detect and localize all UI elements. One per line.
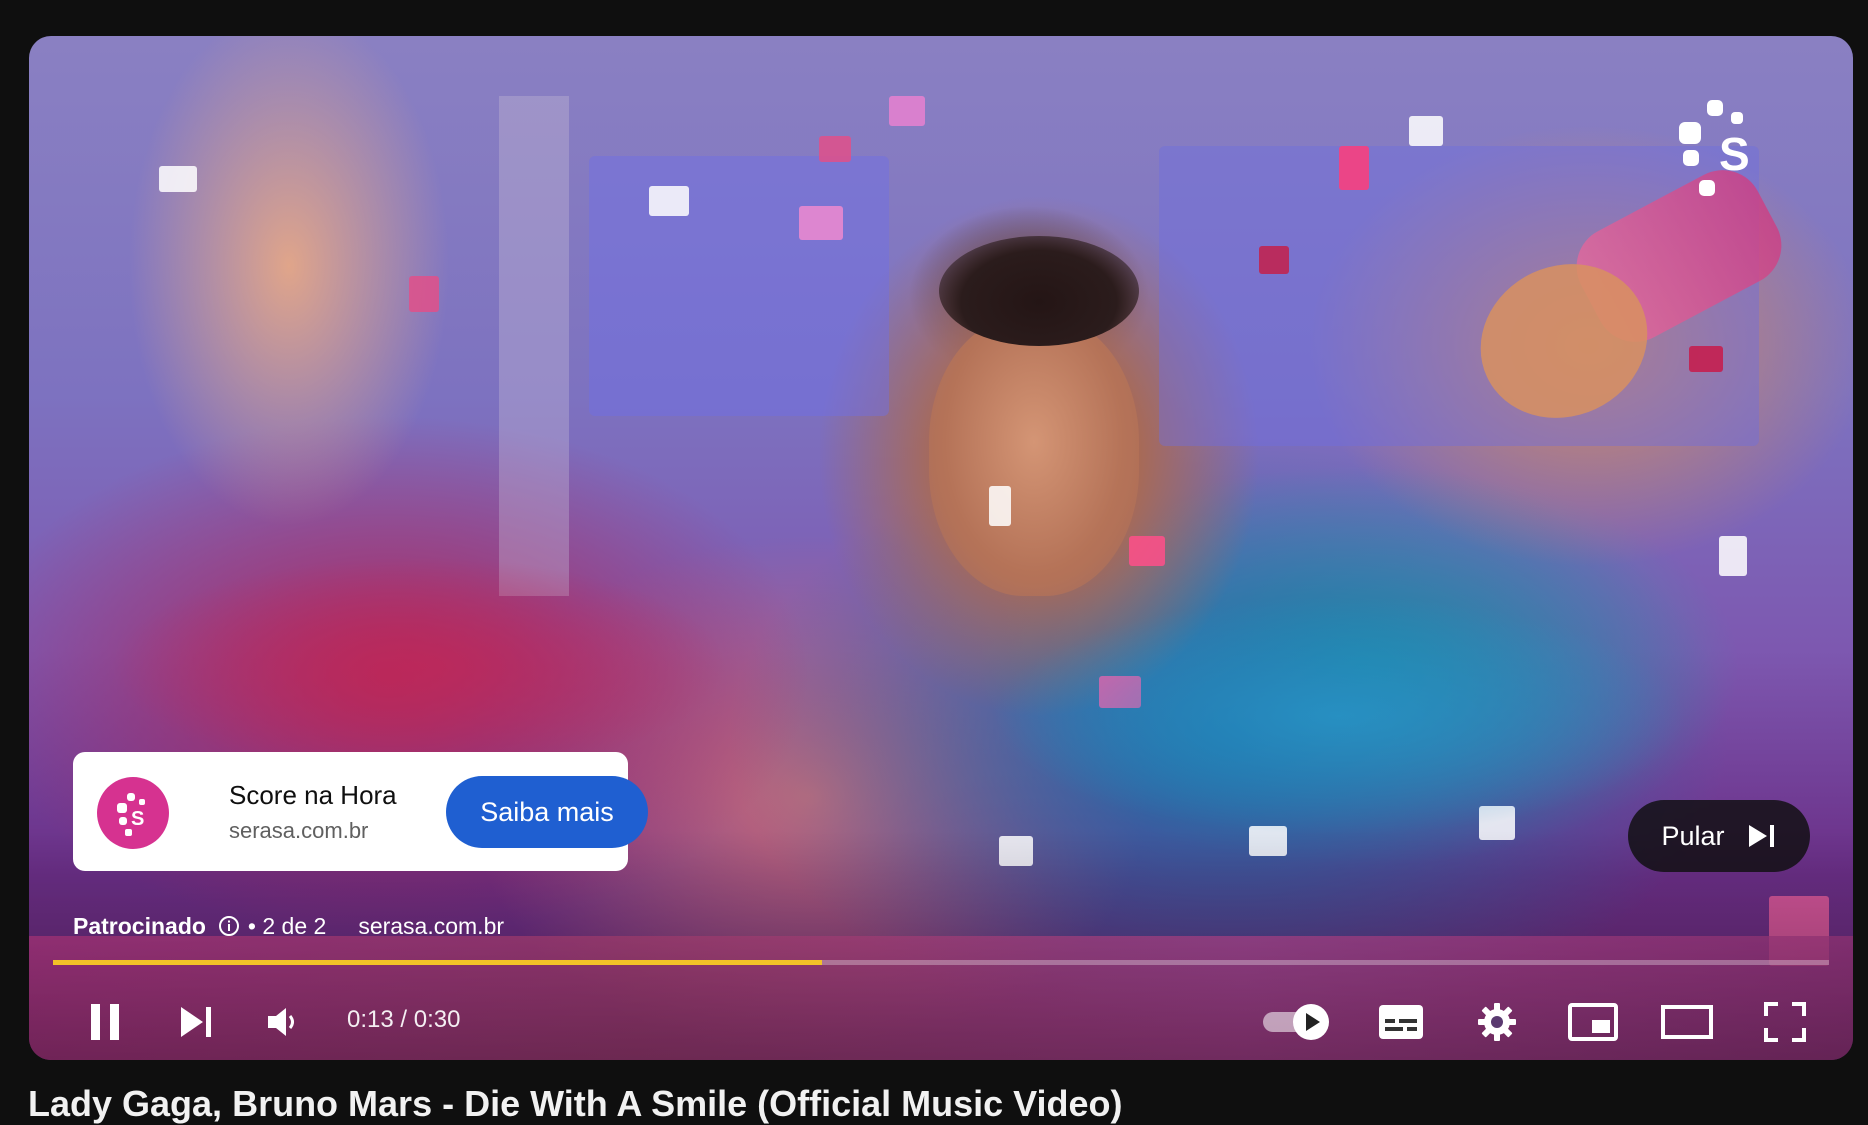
confetti-piece xyxy=(889,96,925,126)
confetti-piece xyxy=(159,166,197,192)
next-button[interactable] xyxy=(169,994,225,1050)
confetti-piece xyxy=(1409,116,1443,146)
theater-mode-icon xyxy=(1661,1005,1713,1039)
progress-fill xyxy=(53,960,822,965)
progress-bar[interactable] xyxy=(53,960,1829,965)
face xyxy=(929,316,1139,596)
miniplayer-icon xyxy=(1568,1003,1618,1041)
confetti-piece xyxy=(819,136,851,162)
confetti-piece xyxy=(1129,536,1165,566)
skip-next-icon xyxy=(181,1007,211,1037)
serasa-logo-icon: S xyxy=(1679,100,1750,196)
fullscreen-button[interactable] xyxy=(1757,994,1813,1050)
pause-button[interactable] xyxy=(77,994,133,1050)
pause-icon xyxy=(91,1004,119,1040)
confetti-piece xyxy=(409,276,439,312)
current-time: 0:13 xyxy=(347,1006,394,1033)
advertiser-domain[interactable]: serasa.com.br xyxy=(229,818,368,844)
subtitles-button[interactable] xyxy=(1373,994,1429,1050)
ad-meta: Patrocinado • 2 de 2 serasa.com.br xyxy=(73,911,504,941)
confetti-piece xyxy=(1339,146,1369,190)
svg-text:S: S xyxy=(1719,128,1750,180)
ad-domain-link[interactable]: serasa.com.br xyxy=(358,913,504,940)
confetti-piece xyxy=(649,186,689,216)
video-player[interactable]: S S Score na Hora serasa.com.br Saiba ma… xyxy=(29,36,1853,1060)
streamer-magenta xyxy=(109,556,729,776)
confetti-piece xyxy=(799,206,843,240)
serasa-logo-icon: S xyxy=(117,793,145,836)
time-display: 0:13 / 0:30 xyxy=(347,1006,460,1034)
miniplayer-button[interactable] xyxy=(1565,994,1621,1050)
svg-text:S: S xyxy=(131,808,144,830)
subtitles-icon xyxy=(1379,1005,1423,1039)
pillar xyxy=(499,96,569,596)
advertiser-name[interactable]: Score na Hora xyxy=(229,780,397,811)
skip-next-icon xyxy=(1748,825,1774,847)
gear-icon xyxy=(1478,1003,1516,1041)
volume-icon xyxy=(268,1008,294,1036)
confetti-piece xyxy=(1719,536,1747,576)
theater-mode-button[interactable] xyxy=(1657,994,1717,1050)
fullscreen-icon xyxy=(1764,1002,1806,1042)
video-title[interactable]: Lady Gaga, Bruno Mars - Die With A Smile… xyxy=(28,1083,1123,1125)
duration: 0:30 xyxy=(413,1006,461,1033)
streamer-blue xyxy=(989,596,1689,836)
ad-count: • 2 de 2 xyxy=(247,912,327,939)
learn-more-button[interactable]: Saiba mais xyxy=(446,776,648,848)
confetti-piece xyxy=(1259,246,1289,274)
advertiser-avatar: S xyxy=(97,777,169,849)
autoplay-toggle-icon xyxy=(1263,1004,1329,1040)
window-panel-left xyxy=(589,156,889,416)
skip-ad-button[interactable]: Pular xyxy=(1628,800,1810,872)
confetti-piece xyxy=(1689,346,1723,372)
skip-label: Pular xyxy=(1661,820,1725,851)
sponsored-label: Patrocinado xyxy=(73,912,206,939)
confetti-piece xyxy=(989,486,1011,526)
info-icon[interactable] xyxy=(218,915,240,937)
autoplay-toggle[interactable] xyxy=(1257,994,1337,1050)
settings-button[interactable] xyxy=(1469,994,1525,1050)
mute-button[interactable] xyxy=(255,994,311,1050)
time-separator: / xyxy=(393,1006,414,1033)
ad-card[interactable]: S Score na Hora serasa.com.br Saiba mais xyxy=(73,752,648,871)
hair xyxy=(939,236,1139,346)
